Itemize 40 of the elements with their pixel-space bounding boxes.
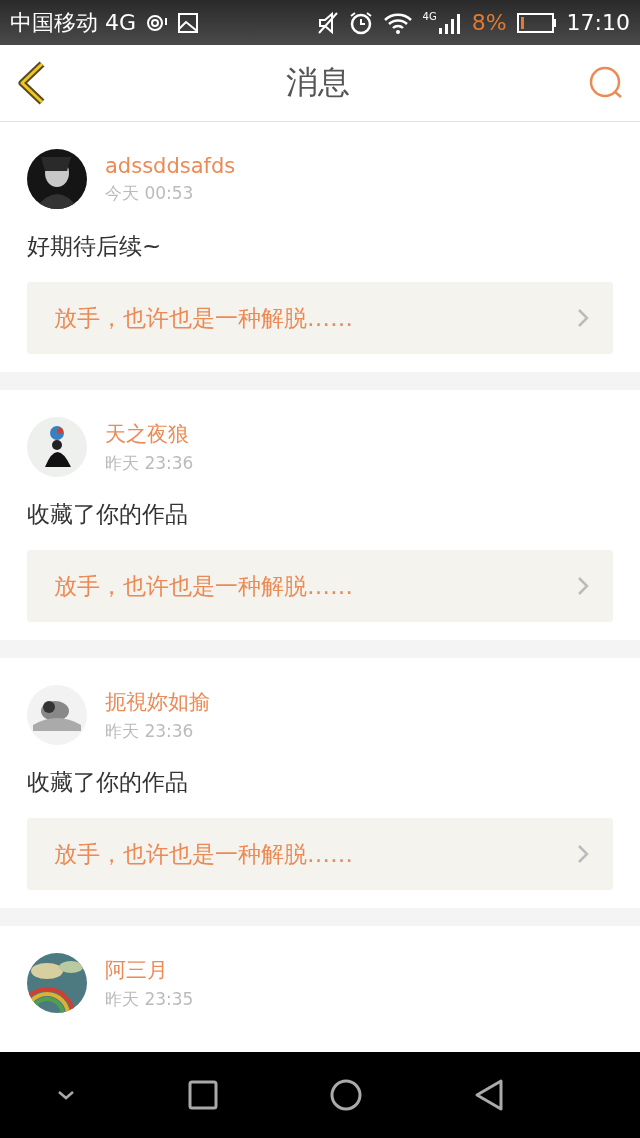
wifi-icon — [382, 11, 413, 34]
work-link[interactable]: 放手，也许也是一种解脱…… — [27, 550, 613, 622]
work-title: 放手，也许也是一种解脱…… — [54, 303, 353, 333]
user-name[interactable]: 扼視妳如揄 — [105, 687, 210, 716]
signal-icon — [437, 11, 462, 34]
chevron-icon — [577, 308, 589, 328]
message-card[interactable]: adssddsafds 今天 00:53 好期待后续~ 放手，也许也是一种解脱…… — [0, 122, 640, 372]
work-link[interactable]: 放手，也许也是一种解脱…… — [27, 818, 613, 890]
hotspot-icon — [146, 12, 169, 33]
message-text: 好期待后续~ — [27, 232, 163, 261]
message-time: 昨天 23:36 — [105, 451, 194, 475]
work-title: 放手，也许也是一种解脱…… — [54, 571, 353, 601]
message-time: 昨天 23:36 — [105, 719, 195, 743]
home-icon[interactable] — [330, 1079, 362, 1111]
image-icon — [178, 12, 199, 33]
message-card[interactable]: 天之夜狼 昨天 23:36 收藏了你的作品 放手，也许也是一种解脱…… — [0, 390, 640, 640]
collapse-icon[interactable] — [56, 1089, 76, 1101]
message-text: 收藏了你的作品 — [27, 768, 189, 797]
work-title: 放手，也许也是一种解脱…… — [54, 839, 353, 869]
message-card[interactable]: 阿三月 昨天 23:35 — [0, 926, 640, 1052]
alarm-icon — [348, 10, 373, 35]
message-text: 收藏了你的作品 — [27, 500, 189, 529]
message-card[interactable]: 扼視妳如揄 昨天 23:36 收藏了你的作品 放手，也许也是一种解脱…… — [0, 658, 640, 908]
clock: 17:10 — [566, 10, 630, 35]
message-time: 昨天 23:35 — [105, 987, 194, 1011]
chevron-icon — [577, 844, 589, 864]
user-name[interactable]: 阿三月 — [105, 955, 194, 984]
user-name[interactable]: 天之夜狼 — [105, 419, 194, 448]
back-icon[interactable] — [474, 1078, 504, 1112]
battery-icon — [516, 12, 557, 33]
network-label: 4G — [422, 11, 437, 22]
chevron-icon — [577, 576, 589, 596]
page-title: 消息 — [286, 62, 350, 103]
work-link[interactable]: 放手，也许也是一种解脱…… — [27, 282, 613, 354]
user-name[interactable]: adssddsafds — [105, 153, 236, 178]
message-time: 今天 00:53 — [105, 181, 195, 205]
battery-percent: 8% — [471, 10, 507, 35]
mute-icon — [316, 10, 339, 35]
recent-apps-icon[interactable] — [188, 1080, 218, 1110]
carrier-name: 中国移动 4G — [10, 8, 137, 37]
